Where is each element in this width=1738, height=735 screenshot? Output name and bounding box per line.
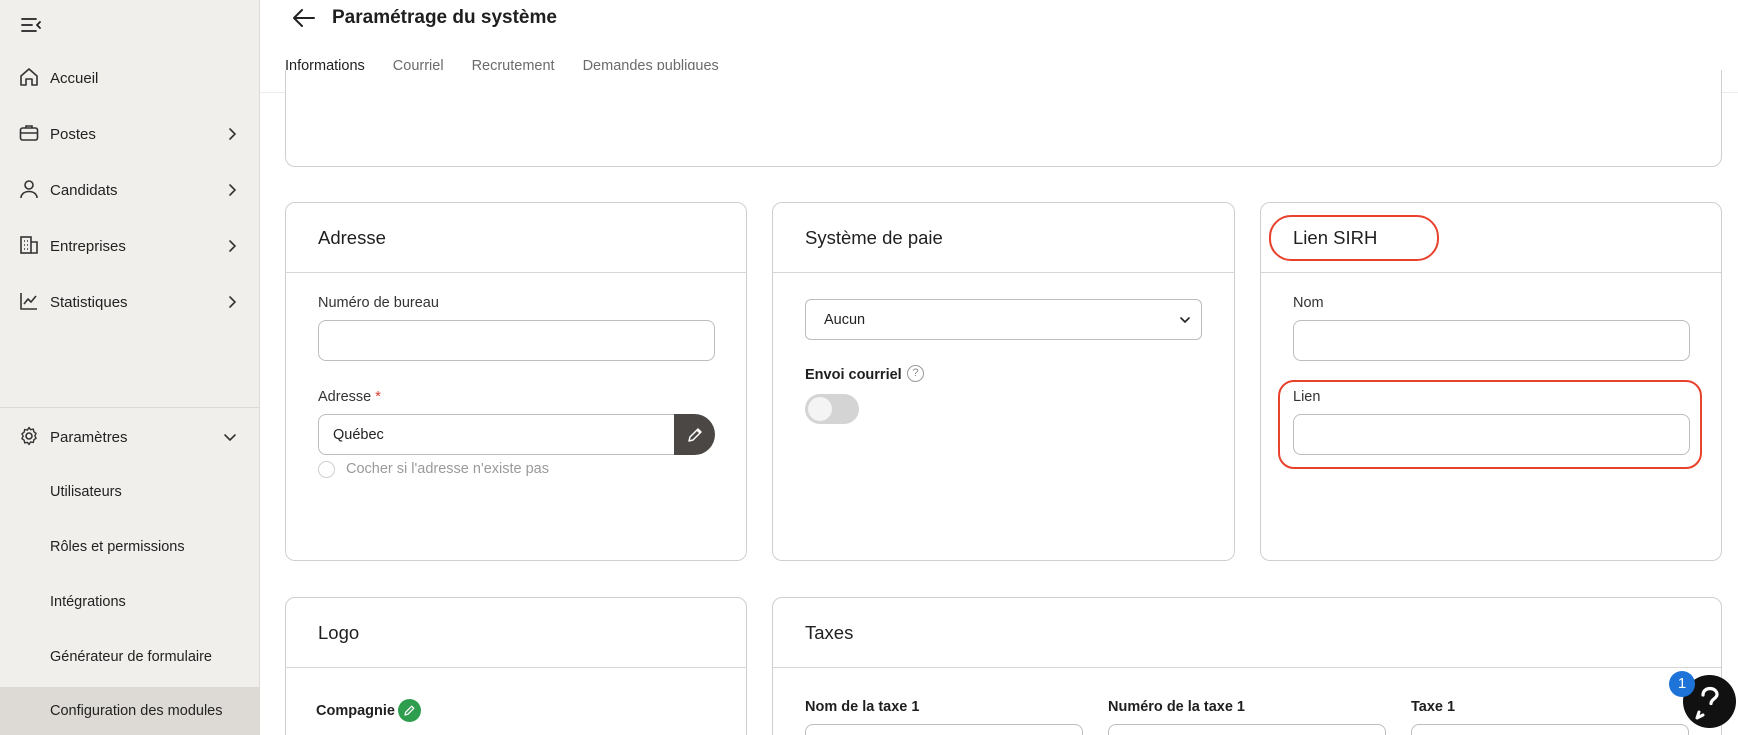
nav-item-label: Postes — [50, 125, 96, 143]
collapse-sidebar-icon[interactable] — [20, 14, 44, 36]
chevron-right-icon — [224, 182, 240, 198]
chevron-down-icon — [222, 429, 238, 445]
nav-item-candidats[interactable]: Candidats — [0, 168, 260, 212]
payroll-card: Système de paie Aucun Envoi courriel ? — [772, 202, 1235, 561]
address-label-text: Adresse — [318, 389, 372, 405]
sirh-card-title: Lien SIRH — [1293, 227, 1378, 248]
office-number-input[interactable] — [318, 320, 715, 361]
logo-card-title: Logo — [318, 622, 360, 643]
tax-name-label: Nom de la taxe 1 — [805, 699, 920, 715]
nav-item-label: Accueil — [50, 69, 99, 87]
notification-badge: 1 — [1669, 671, 1695, 697]
tax-number-label: Numéro de la taxe 1 — [1108, 699, 1245, 715]
taxes-card-header: Taxes — [773, 598, 1721, 668]
nav-item-accueil[interactable]: Accueil — [0, 56, 260, 100]
payroll-card-header: Système de paie — [773, 203, 1234, 273]
nav-item-statistiques[interactable]: Statistiques — [0, 280, 260, 324]
sub-item-label: Configuration des modules — [50, 703, 223, 719]
office-number-label: Numéro de bureau — [318, 295, 439, 311]
nav-item-postes[interactable]: Postes — [0, 112, 260, 156]
payroll-system-value: Aucun — [824, 311, 866, 328]
home-icon — [18, 66, 40, 88]
sirh-link-card: Lien SIRH Nom Lien — [1260, 202, 1722, 561]
company-logo-label: Compagnie — [316, 703, 395, 719]
building-icon — [18, 234, 40, 256]
sub-item-generateur-formulaire[interactable]: Générateur de formulaire — [0, 633, 260, 681]
gear-icon — [18, 425, 40, 447]
address-not-exist-label: Cocher si l'adresse n'existe pas — [346, 461, 549, 477]
sirh-card-header: Lien SIRH — [1261, 203, 1721, 273]
sub-item-roles-permissions[interactable]: Rôles et permissions — [0, 523, 260, 571]
email-sending-label: Envoi courriel — [805, 367, 902, 383]
nav-item-label: Entreprises — [50, 237, 126, 255]
taxes-card: Taxes Nom de la taxe 1 Numéro de la taxe… — [772, 597, 1722, 735]
sub-item-label: Utilisateurs — [50, 484, 122, 500]
sirh-name-input[interactable] — [1293, 320, 1690, 361]
tax-rate-label: Taxe 1 — [1411, 699, 1456, 715]
nav-item-label: Paramètres — [50, 428, 128, 446]
logo-card: Logo Compagnie — [285, 597, 747, 735]
tax-name-input[interactable] — [805, 724, 1083, 735]
payroll-card-title: Système de paie — [805, 227, 943, 248]
sub-item-configuration-modules[interactable]: Configuration des modules — [0, 687, 260, 735]
chevron-right-icon — [224, 126, 240, 142]
back-arrow-icon[interactable] — [290, 6, 318, 30]
sub-item-label: Générateur de formulaire — [50, 649, 212, 665]
sub-item-label: Rôles et permissions — [50, 539, 185, 555]
nav-item-entreprises[interactable]: Entreprises — [0, 224, 260, 268]
user-icon — [18, 178, 40, 200]
address-label: Adresse * — [318, 389, 381, 405]
sirh-name-label: Nom — [1293, 295, 1324, 311]
sidebar: Accueil Postes Candidats Entreprises Sta… — [0, 0, 260, 735]
nav-item-label: Statistiques — [50, 293, 128, 311]
address-card-header: Adresse — [286, 203, 746, 273]
chevron-right-icon — [224, 294, 240, 310]
briefcase-icon — [18, 122, 40, 144]
address-card-title: Adresse — [318, 227, 386, 248]
sub-item-utilisateurs[interactable]: Utilisateurs — [0, 468, 260, 516]
sirh-link-label: Lien — [1293, 389, 1321, 405]
page-title: Paramétrage du système — [332, 7, 557, 28]
sub-item-integrations[interactable]: Intégrations — [0, 578, 260, 626]
help-circle-icon[interactable]: ? — [907, 365, 924, 382]
sidebar-divider — [0, 407, 260, 408]
payroll-system-select[interactable]: Aucun — [805, 299, 1202, 340]
top-partial-card — [285, 70, 1722, 167]
sub-item-label: Intégrations — [50, 594, 126, 610]
nav-item-parametres[interactable]: Paramètres — [0, 415, 260, 459]
pencil-icon — [404, 705, 415, 716]
pencil-icon — [687, 427, 702, 442]
edit-logo-button[interactable] — [398, 699, 421, 722]
edit-address-button[interactable] — [674, 414, 715, 455]
logo-card-header: Logo — [286, 598, 746, 668]
chart-icon — [18, 290, 40, 312]
address-card: Adresse Numéro de bureau Adresse * Québe… — [285, 202, 747, 561]
taxes-card-title: Taxes — [805, 622, 854, 643]
sirh-link-input[interactable] — [1293, 414, 1690, 455]
tax-rate-input[interactable] — [1411, 724, 1689, 735]
address-not-exist-checkbox[interactable] — [318, 461, 335, 478]
tax-number-input[interactable] — [1108, 724, 1386, 735]
nav-item-label: Candidats — [50, 181, 118, 199]
address-input[interactable]: Québec — [318, 414, 676, 455]
required-mark: * — [375, 389, 381, 405]
chevron-right-icon — [224, 238, 240, 254]
toggle-knob — [808, 397, 832, 421]
chevron-down-icon — [1179, 314, 1191, 326]
email-sending-toggle[interactable] — [805, 394, 859, 424]
